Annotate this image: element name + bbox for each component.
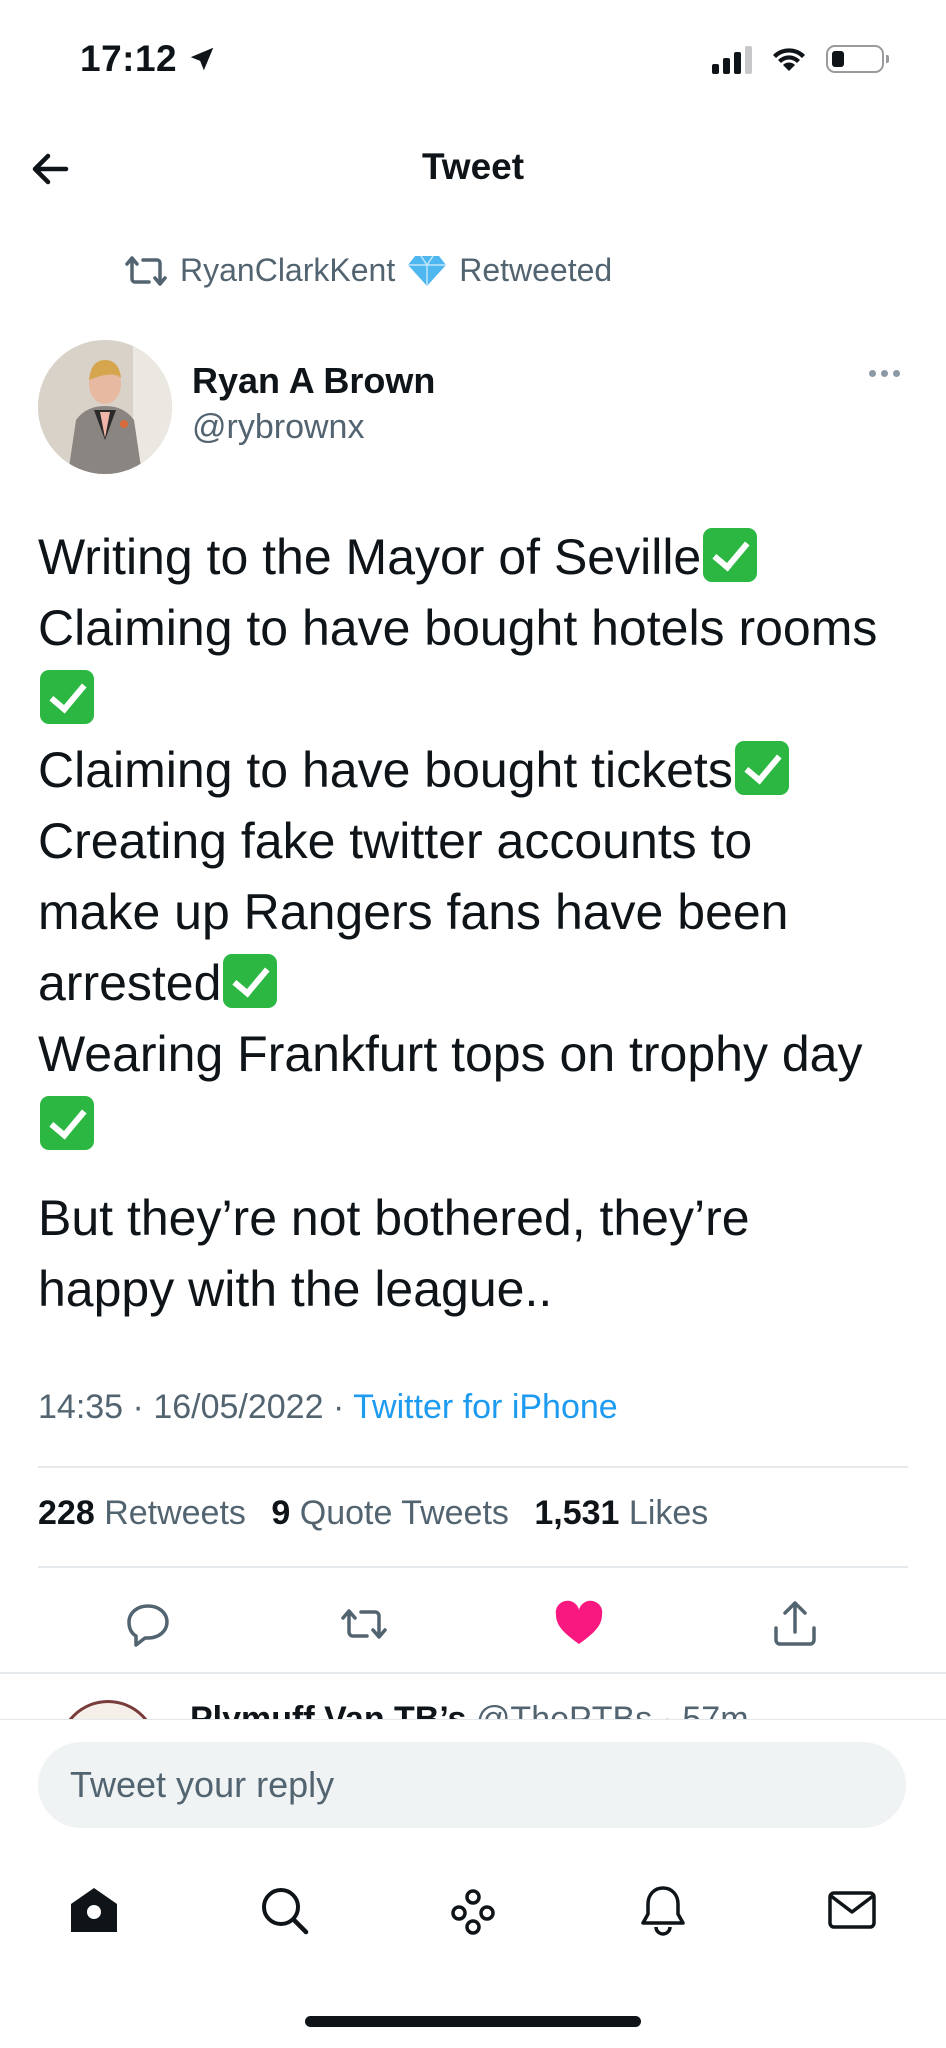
tweet-source-link[interactable]: Twitter for iPhone xyxy=(353,1388,618,1426)
tweet-lines: Writing to the Mayor of Seville Claiming… xyxy=(38,522,888,1161)
author-name[interactable]: Ryan A Brown xyxy=(192,360,435,402)
location-arrow-icon xyxy=(190,47,214,71)
check-mark-icon xyxy=(40,670,94,724)
tweet-text: Writing to the Mayor of Seville Claiming… xyxy=(38,522,888,1325)
clock-text: 17:12 xyxy=(80,38,178,79)
heart-liked-icon[interactable] xyxy=(551,1596,607,1652)
tweet-date: 16/05/2022 xyxy=(153,1388,324,1426)
avatar[interactable] xyxy=(38,340,172,474)
wifi-icon xyxy=(773,48,805,71)
status-time: 17:12 xyxy=(80,38,217,80)
tweet-line: Creating fake twitter accounts to make u… xyxy=(38,813,789,1011)
author-handle[interactable]: @rybrownx xyxy=(192,408,364,447)
tweet-time: 14:35 xyxy=(38,1388,124,1426)
divider xyxy=(38,1466,908,1468)
diamond-icon xyxy=(408,255,447,286)
reply-icon[interactable] xyxy=(120,1596,176,1652)
retweets-stat[interactable]: 228 Retweets xyxy=(38,1494,246,1532)
likes-stat[interactable]: 1,531 Likes xyxy=(534,1494,708,1532)
share-icon[interactable] xyxy=(767,1596,823,1652)
retweets-count: 228 xyxy=(38,1494,95,1532)
retweeted-label: Retweeted xyxy=(459,252,613,288)
tweet-actions xyxy=(0,1596,946,1652)
tweet-closing: But they’re not bothered, they’re happy … xyxy=(38,1190,750,1317)
meta-separator: · xyxy=(132,1388,144,1426)
page-title: Tweet xyxy=(421,146,525,187)
tweet-line: Writing to the Mayor of Seville xyxy=(38,529,702,585)
check-mark-icon xyxy=(223,954,278,1008)
meta-separator: · xyxy=(332,1388,345,1426)
divider xyxy=(0,1672,946,1674)
spaces-icon[interactable] xyxy=(443,1880,503,1940)
battery-icon xyxy=(826,45,889,73)
retweet-context[interactable]: RyanClarkKent Retweeted xyxy=(124,252,612,289)
signal-icon xyxy=(712,44,752,74)
notifications-icon[interactable] xyxy=(633,1880,693,1940)
home-indicator xyxy=(305,2016,641,2027)
tweet-line: Claiming to have bought hotels rooms xyxy=(38,600,878,656)
retweet-icon xyxy=(125,255,167,286)
divider xyxy=(38,1566,908,1568)
retweet-button-icon[interactable] xyxy=(336,1596,392,1652)
tweet-line: Wearing Frankfurt tops on trophy day xyxy=(38,1026,863,1082)
tweet-meta: 14:35 · 16/05/2022 · Twitter for iPhone xyxy=(38,1388,618,1427)
likes-label: Likes xyxy=(628,1494,709,1532)
quote-tweets-stat[interactable]: 9 Quote Tweets xyxy=(271,1494,509,1532)
check-mark-icon xyxy=(40,1096,94,1150)
status-icons xyxy=(712,44,889,74)
reply-input[interactable]: Tweet your reply xyxy=(38,1742,906,1828)
likes-count: 1,531 xyxy=(534,1494,620,1532)
home-icon[interactable] xyxy=(64,1880,124,1940)
more-options-icon[interactable] xyxy=(869,370,900,377)
retweets-label: Retweets xyxy=(104,1494,246,1532)
quotes-count: 9 xyxy=(271,1494,291,1532)
tweet-line: Claiming to have bought tickets xyxy=(38,742,733,798)
check-mark-icon xyxy=(703,528,758,582)
search-icon[interactable] xyxy=(254,1880,314,1940)
quotes-label: Quote Tweets xyxy=(299,1494,509,1532)
check-mark-icon xyxy=(734,741,789,795)
messages-icon[interactable] xyxy=(822,1880,882,1940)
retweeter-name: RyanClarkKent xyxy=(180,252,396,288)
engagement-stats: 228 Retweets 9 Quote Tweets 1,531 Likes xyxy=(38,1494,708,1533)
